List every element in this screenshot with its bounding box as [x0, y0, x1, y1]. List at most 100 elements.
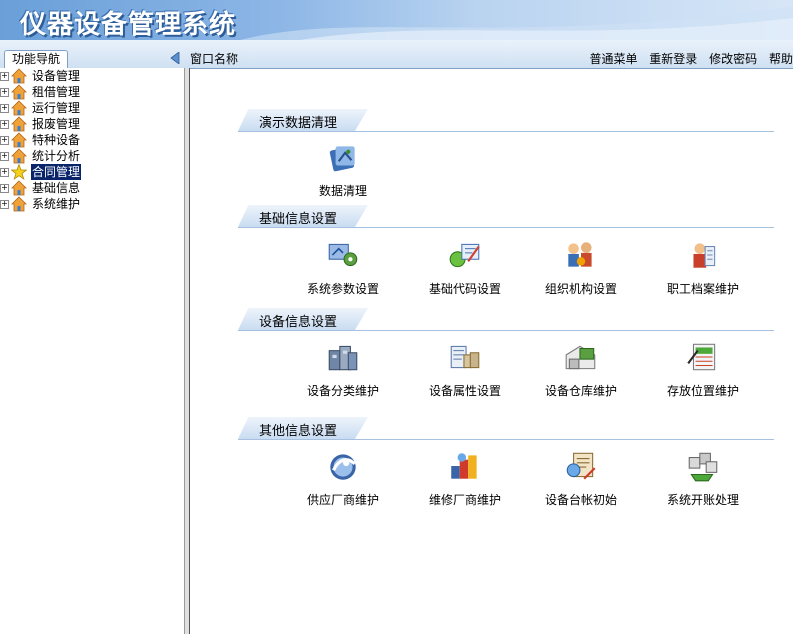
tile-label: 基础代码设置 [428, 282, 501, 296]
staff-records-icon [693, 243, 716, 268]
function-tile[interactable]: 供应厂商维护 [288, 449, 398, 509]
expand-plus-icon[interactable]: + [0, 88, 9, 97]
expand-plus-icon[interactable]: + [0, 120, 9, 129]
organization-icon [568, 242, 592, 267]
sidebar-item[interactable]: + 系统维护 [0, 196, 184, 212]
top-links: 普通菜单 重新登录 修改密码 帮助 [581, 50, 793, 67]
house-icon [11, 132, 27, 148]
equipment-category-icon [328, 345, 358, 371]
sidebar-item-label: 统计分析 [32, 149, 81, 163]
sidebar-item-label: 基础信息 [32, 181, 81, 195]
tile-label: 维修厂商维护 [428, 493, 501, 507]
section-divider [238, 131, 774, 132]
system-params-icon [328, 243, 358, 267]
sidebar-item-label: 报废管理 [32, 117, 81, 131]
repair-vendor-icon [451, 453, 477, 479]
section-header: 演示数据清理 [238, 109, 778, 133]
app-title: 仪器设备管理系统 [20, 10, 237, 40]
house-icon [11, 116, 27, 132]
house-icon [11, 84, 27, 100]
warehouse-icon [565, 345, 596, 370]
function-tile[interactable]: 系统开账处理 [648, 449, 758, 509]
supplier-icon [330, 454, 356, 480]
expand-plus-icon[interactable]: + [0, 168, 9, 177]
function-tile[interactable]: 设备仓库维护 [526, 340, 636, 400]
section-header: 其他信息设置 [238, 417, 778, 441]
tile-label: 系统开账处理 [666, 493, 739, 507]
tile-label: 职工档案维护 [666, 282, 739, 296]
sidebar-item[interactable]: + 特种设备 [0, 132, 184, 148]
tile-label: 数据清理 [318, 184, 367, 198]
tile-label: 设备台帐初始 [544, 493, 617, 507]
function-tile[interactable]: 数据清理 [288, 140, 398, 200]
tile-label: 系统参数设置 [306, 282, 379, 296]
section-divider [238, 330, 774, 331]
sidebar-item[interactable]: + 统计分析 [0, 148, 184, 164]
expand-plus-icon[interactable]: + [0, 104, 9, 113]
function-tile[interactable]: 设备分类维护 [288, 340, 398, 400]
sidebar-item-label: 系统维护 [32, 197, 81, 211]
toolbar: 功能导航 窗口名称 普通菜单 重新登录 修改密码 帮助 [0, 40, 793, 69]
main-panel: 演示数据清理数据清理基础信息设置系统参数设置 基础代码设置 组织机构设置 职工档案维护… [190, 69, 793, 634]
function-tile[interactable]: 组织机构设置 [526, 238, 636, 298]
tile-label: 存放位置维护 [666, 384, 739, 398]
section-title: 其他信息设置 [259, 424, 338, 439]
expand-plus-icon[interactable]: + [0, 200, 9, 209]
expand-plus-icon[interactable]: + [0, 72, 9, 81]
equipment-attributes-icon [450, 345, 480, 369]
sidebar-item[interactable]: + 合同管理 [0, 164, 184, 180]
function-tile[interactable]: 基础代码设置 [410, 238, 520, 298]
function-tile[interactable]: 职工档案维护 [648, 238, 758, 298]
function-tile[interactable]: 设备台帐初始 [526, 449, 636, 509]
change-password-link[interactable]: 修改密码 [709, 52, 757, 66]
sidebar-item-label: 运行管理 [32, 101, 81, 115]
sidebar-item[interactable]: + 租借管理 [0, 84, 184, 100]
expand-plus-icon[interactable]: + [0, 152, 9, 161]
section-title: 演示数据清理 [259, 116, 338, 131]
relogin-link[interactable]: 重新登录 [649, 52, 697, 66]
collapse-left-icon[interactable] [170, 52, 180, 64]
tile-label: 供应厂商维护 [306, 493, 379, 507]
function-tile[interactable]: 维修厂商维护 [410, 449, 520, 509]
tile-label: 设备属性设置 [428, 384, 501, 398]
tile-label: 设备分类维护 [306, 384, 379, 398]
section-divider [238, 439, 774, 440]
ledger-init-icon [566, 452, 596, 480]
sidebar-item[interactable]: + 设备管理 [0, 68, 184, 84]
tile-label: 组织机构设置 [544, 282, 617, 296]
account-opening-icon [688, 452, 718, 482]
sidebar-item[interactable]: + 报废管理 [0, 116, 184, 132]
section-title: 基础信息设置 [259, 212, 338, 227]
sidebar-item-label: 特种设备 [32, 133, 81, 147]
house-icon [11, 100, 27, 116]
function-nav-tab[interactable]: 功能导航 [4, 50, 68, 68]
sidebar-item-label: 设备管理 [32, 69, 81, 83]
function-tile[interactable]: 系统参数设置 [288, 238, 398, 298]
normal-menu-link[interactable]: 普通菜单 [589, 52, 637, 66]
expand-plus-icon[interactable]: + [0, 184, 9, 193]
section-header: 设备信息设置 [238, 308, 778, 332]
help-link[interactable]: 帮助 [769, 52, 793, 66]
section-divider [238, 227, 774, 228]
sidebar-nav-tree: + 设备管理 + 租借管理 + 运行管理 + 报废管理 + 特种设备 + 统计分析 + 合同管理 + 基础信息… [0, 68, 184, 634]
expand-plus-icon[interactable]: + [0, 136, 9, 145]
sidebar-item[interactable]: + 运行管理 [0, 100, 184, 116]
house-icon [11, 180, 27, 196]
window-name-label: 窗口名称 [190, 52, 239, 66]
house-icon [11, 196, 27, 212]
sidebar-item[interactable]: + 基础信息 [0, 180, 184, 196]
sidebar-item-label: 合同管理 [31, 164, 82, 180]
app-banner: 仪器设备管理系统 [0, 0, 793, 40]
tile-label: 设备仓库维护 [544, 384, 617, 398]
house-icon [11, 68, 27, 84]
house-icon [11, 148, 27, 164]
base-code-icon [449, 243, 480, 268]
function-tile[interactable]: 存放位置维护 [648, 340, 758, 400]
banner-decoration [240, 6, 793, 40]
data-cleanup-icon [329, 146, 355, 172]
section-title: 设备信息设置 [259, 315, 338, 330]
sidebar-item-label: 租借管理 [32, 85, 81, 99]
storage-location-icon [687, 343, 716, 371]
star-icon [11, 164, 27, 180]
function-tile[interactable]: 设备属性设置 [410, 340, 520, 400]
